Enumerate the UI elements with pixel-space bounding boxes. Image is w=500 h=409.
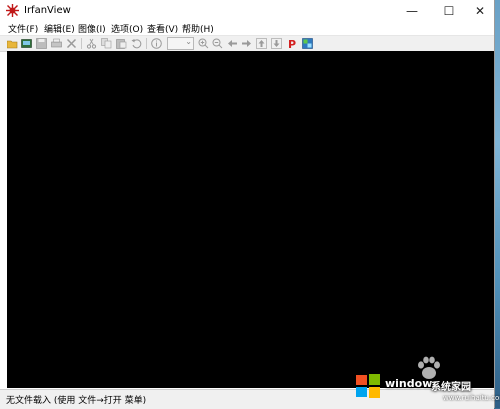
next-icon[interactable] (241, 38, 252, 49)
close-button[interactable]: ✕ (466, 0, 494, 21)
open-icon[interactable] (7, 38, 18, 49)
menu-view[interactable]: 查看(V) (147, 22, 178, 35)
image-canvas[interactable] (7, 51, 494, 388)
window-title: IrfanView (24, 5, 71, 16)
previous-icon[interactable] (227, 38, 238, 49)
menu-help[interactable]: 帮助(H) (182, 22, 214, 35)
minimize-button[interactable]: — (398, 0, 426, 21)
save-icon[interactable] (36, 38, 47, 49)
copy-icon[interactable] (101, 38, 112, 49)
slideshow-icon[interactable] (21, 38, 32, 49)
irfanview-window: IrfanView — ☐ ✕ 文件(F) 编辑(E) 图像(I) 选项(O) … (0, 0, 495, 409)
toolbar-separator (81, 38, 82, 49)
toolbar-separator (146, 38, 147, 49)
first-icon[interactable] (256, 38, 267, 49)
undo-icon[interactable] (131, 38, 142, 49)
site-watermark: windows 系统家园 www.ruihaitu.com (355, 367, 500, 408)
status-text: 无文件载入 (使用 文件→打开 菜单) (6, 396, 147, 406)
watermark-url: www.ruihaitu.com (443, 394, 500, 402)
menu-bar: 文件(F) 编辑(E) 图像(I) 选项(O) 查看(V) 帮助(H) (0, 21, 494, 35)
title-bar[interactable]: IrfanView — ☐ ✕ (0, 0, 494, 21)
svg-text:P: P (288, 38, 296, 49)
info-icon[interactable] (151, 38, 162, 49)
paint-icon[interactable]: P (287, 38, 298, 49)
menu-options[interactable]: 选项(O) (111, 22, 143, 35)
delete-icon[interactable] (66, 38, 77, 49)
menu-edit[interactable]: 编辑(E) (44, 22, 75, 35)
zoom-select[interactable]: ⌄ (167, 37, 194, 50)
menu-file[interactable]: 文件(F) (8, 22, 38, 35)
print-icon[interactable] (51, 38, 62, 49)
menu-image[interactable]: 图像(I) (78, 22, 106, 35)
thumbnails-icon[interactable] (302, 38, 313, 49)
last-icon[interactable] (271, 38, 282, 49)
chevron-down-icon: ⌄ (185, 37, 192, 46)
watermark-suffix: 系统家园 (431, 382, 471, 393)
toolbar: ⌄ P (0, 35, 494, 52)
maximize-button[interactable]: ☐ (435, 0, 463, 21)
paste-icon[interactable] (116, 38, 127, 49)
cut-icon[interactable] (86, 38, 97, 49)
windows-logo-icon (356, 374, 380, 398)
zoom-out-icon[interactable] (212, 38, 223, 49)
irfanview-logo-icon (6, 4, 19, 17)
zoom-in-icon[interactable] (198, 38, 209, 49)
